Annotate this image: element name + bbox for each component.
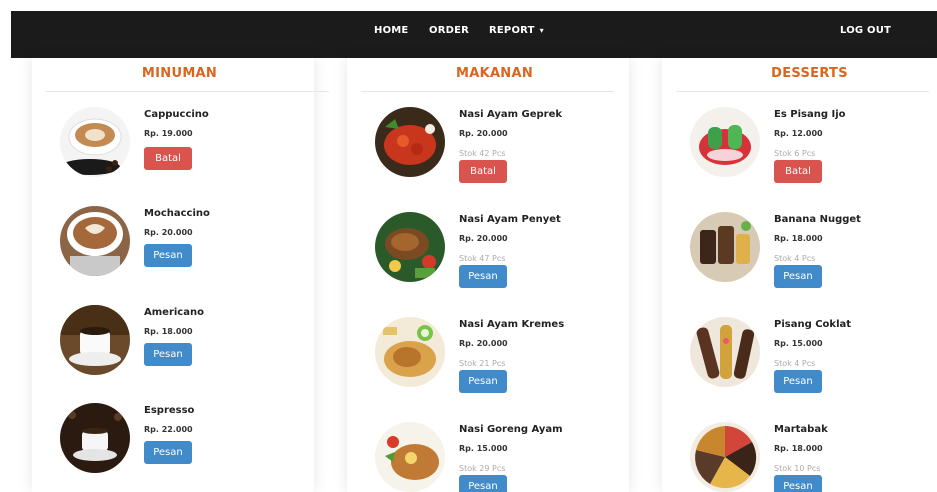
pesan-button[interactable]: Pesan [774, 370, 822, 393]
item-price: Rp. 18.000 [774, 444, 823, 453]
banana-nugget-image [690, 212, 760, 282]
desserts-divider [676, 91, 929, 92]
item-name: Martabak [774, 424, 828, 435]
batal-button[interactable]: Batal [459, 160, 507, 183]
makanan-section: MAKANAN Nasi Ayam Geprek Rp. 20.000 Stok… [347, 0, 629, 492]
batal-button[interactable]: Batal [144, 147, 192, 170]
item-price: Rp. 15.000 [459, 444, 508, 453]
stock-text: Stok 6 Pcs [774, 149, 816, 158]
item-name: Nasi Ayam Geprek [459, 109, 563, 120]
minuman-section: MINUMAN Cappuccino Rp. 19.000 Batal Moch… [32, 0, 329, 492]
item-name: Banana Nugget [774, 214, 861, 225]
cappuccino-image [60, 107, 130, 177]
pesan-button[interactable]: Pesan [144, 441, 192, 464]
minuman-heading: MINUMAN [141, 66, 218, 81]
espresso-image [60, 403, 130, 473]
pesan-button[interactable]: Pesan [459, 265, 507, 288]
item-name: Mochaccino [144, 208, 210, 219]
stock-text: Stok 29 Pcs [459, 464, 506, 473]
item-price: Rp. 18.000 [774, 234, 823, 243]
pesan-button[interactable]: Pesan [459, 370, 507, 393]
ayam-penyet-image [375, 212, 445, 282]
item-name: Americano [144, 307, 204, 318]
item-name: Es Pisang Ijo [774, 109, 846, 120]
desserts-section: DESSERTS Es Pisang Ijo Rp. 12.000 Stok 6… [662, 0, 937, 492]
stock-text: Stok 4 Pcs [774, 359, 816, 368]
stock-text: Stok 42 Pcs [459, 149, 506, 158]
item-price: Rp. 18.000 [144, 327, 193, 336]
item-price: Rp. 20.000 [459, 129, 508, 138]
item-name: Nasi Ayam Kremes [459, 319, 565, 330]
desserts-heading: DESSERTS [771, 66, 848, 81]
martabak-image [690, 422, 760, 492]
pesan-button[interactable]: Pesan [144, 244, 192, 267]
pesan-button[interactable]: Pesan [144, 343, 192, 366]
americano-image [60, 305, 130, 375]
item-price: Rp. 19.000 [144, 129, 193, 138]
item-name: Nasi Ayam Penyet [459, 214, 561, 225]
minuman-divider [46, 91, 329, 92]
stock-text: Stok 47 Pcs [459, 254, 506, 263]
batal-button[interactable]: Batal [774, 160, 822, 183]
stock-text: Stok 10 Pcs [774, 464, 821, 473]
item-name: Nasi Goreng Ayam [459, 424, 563, 435]
item-price: Rp. 20.000 [459, 339, 508, 348]
nasi-goreng-image [375, 422, 445, 492]
pesan-button[interactable]: Pesan [774, 475, 822, 492]
item-name: Cappuccino [144, 109, 209, 120]
mochaccino-image [60, 206, 130, 276]
pisang-coklat-image [690, 317, 760, 387]
pesan-button[interactable]: Pesan [774, 265, 822, 288]
makanan-heading: MAKANAN [455, 66, 534, 81]
makanan-divider [361, 91, 614, 92]
ayam-kremes-image [375, 317, 445, 387]
pesan-button[interactable]: Pesan [459, 475, 507, 492]
item-price: Rp. 15.000 [774, 339, 823, 348]
item-name: Espresso [144, 405, 195, 416]
item-price: Rp. 20.000 [144, 228, 193, 237]
item-price: Rp. 20.000 [459, 234, 508, 243]
ayam-geprek-image [375, 107, 445, 177]
es-pisang-ijo-image [690, 107, 760, 177]
item-price: Rp. 22.000 [144, 425, 193, 434]
stock-text: Stok 4 Pcs [774, 254, 816, 263]
stock-text: Stok 21 Pcs [459, 359, 506, 368]
item-price: Rp. 12.000 [774, 129, 823, 138]
item-name: Pisang Coklat [774, 319, 852, 330]
